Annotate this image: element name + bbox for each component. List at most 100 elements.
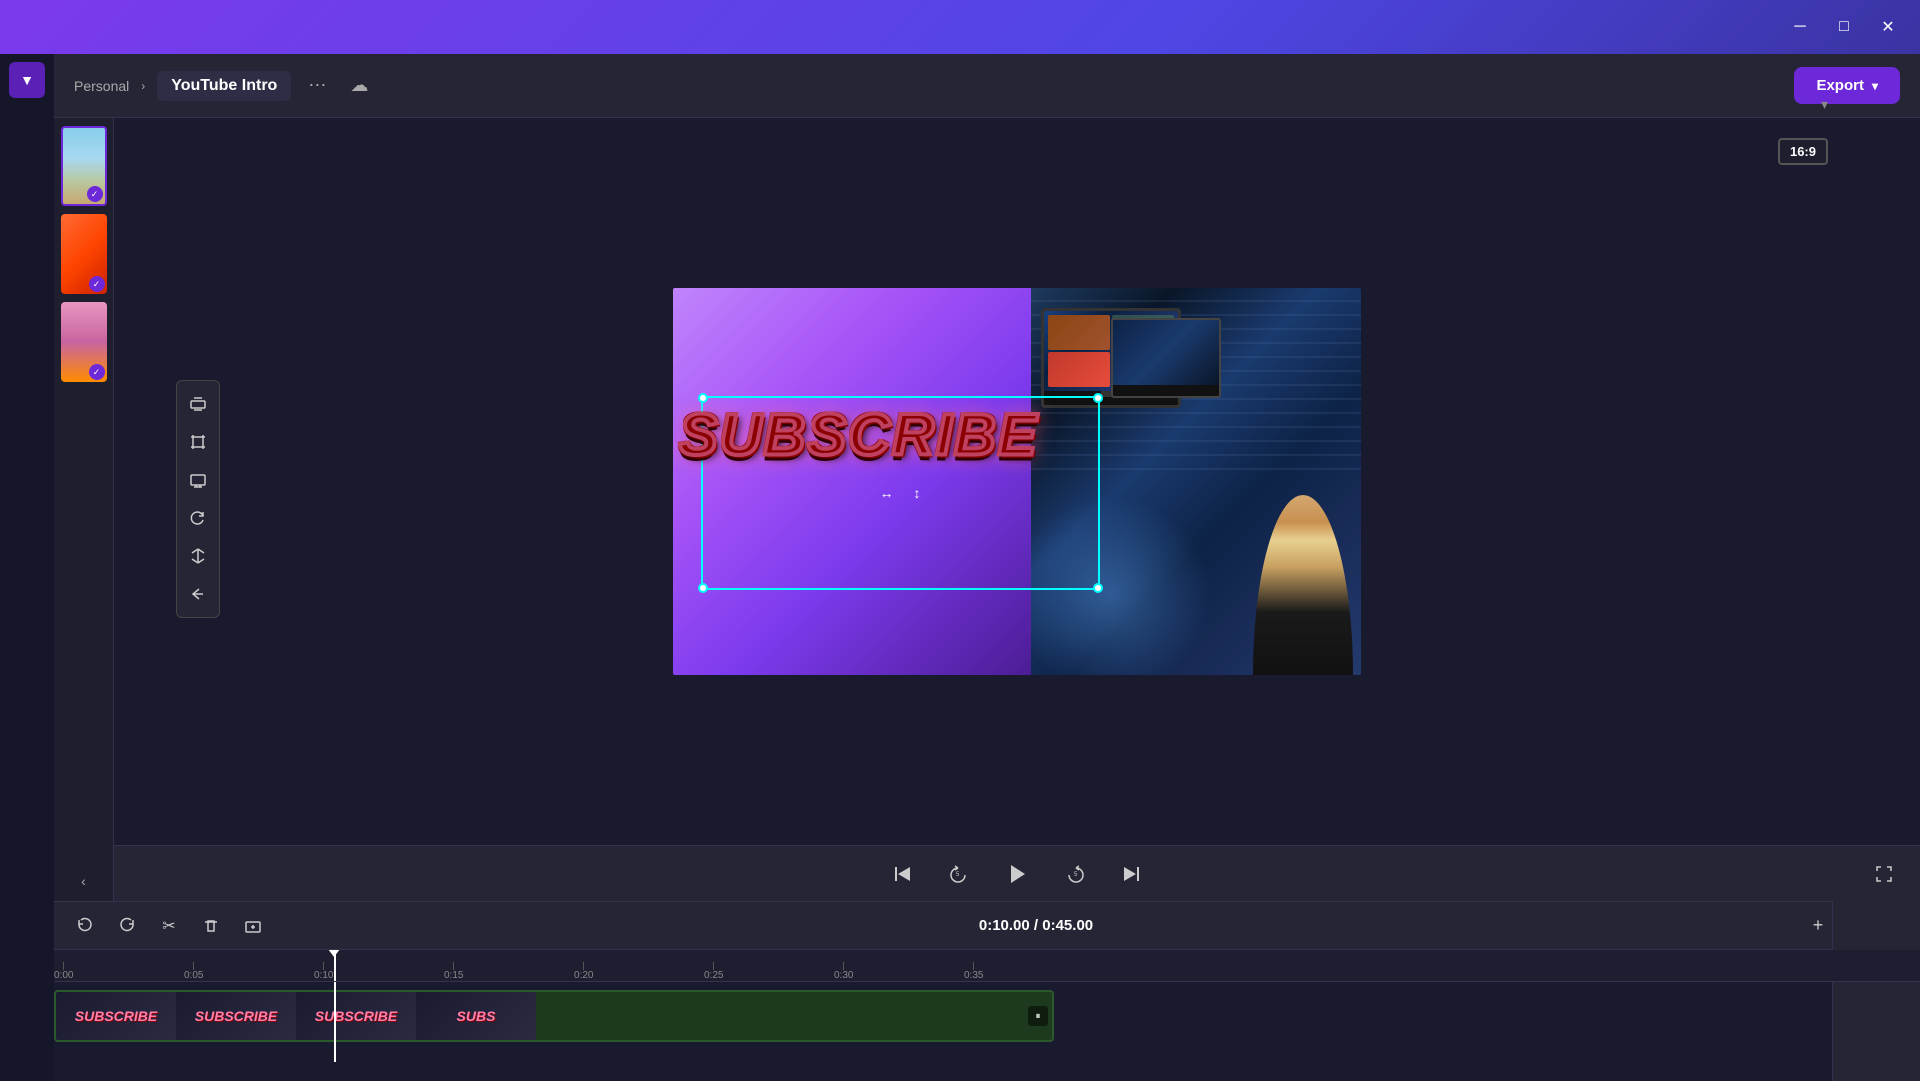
- svg-text:5: 5: [1074, 872, 1078, 878]
- ruler-mark-line: [453, 962, 454, 970]
- time-separator: /: [1034, 917, 1042, 934]
- panel-expand-chevron[interactable]: ▾: [1821, 96, 1828, 113]
- close-button[interactable]: ✕: [1868, 7, 1908, 47]
- thumbnail-check-1: ✓: [87, 186, 103, 202]
- export-chevron-icon: ▾: [1872, 79, 1878, 93]
- aspect-ratio-badge[interactable]: 16:9: [1778, 138, 1828, 165]
- forward-5-button[interactable]: 5: [1058, 856, 1094, 892]
- subscribe-text-overlay[interactable]: SUBSCRIBE: [679, 402, 1039, 469]
- ruler-time-3: 0:15: [444, 970, 463, 981]
- track-thumbnail-1: SUBSCRIBE: [56, 992, 176, 1040]
- export-label: Export: [1816, 77, 1864, 94]
- app-container: Personal › YouTube Intro ⋯ ☁ Export ▾ 16…: [54, 54, 1920, 1081]
- playback-controls: 5 5: [114, 845, 1920, 901]
- screen-transform-button[interactable]: [181, 463, 215, 497]
- ruler-mark-line: [583, 962, 584, 970]
- ruler-time-0: 0:00: [54, 970, 73, 981]
- timeline-ruler: 0:00 0:05 0:10 0:15: [54, 950, 1920, 982]
- ruler-mark-5: 0:25: [704, 962, 723, 981]
- ruler-time-4: 0:20: [574, 970, 593, 981]
- ruler-mark-7: 0:35: [964, 962, 983, 981]
- ruler-time-6: 0:30: [834, 970, 853, 981]
- track-thumbnail-3: SUBSCRIBE: [296, 992, 416, 1040]
- timeline-scroll-area: 0:00 0:05 0:10 0:15: [54, 950, 1920, 1081]
- track-end-pause-button[interactable]: ⏸: [1028, 1006, 1048, 1026]
- fullscreen-button[interactable]: [1868, 858, 1900, 890]
- ruler-time-1: 0:05: [184, 970, 203, 981]
- monitor-2-screen: [1113, 320, 1219, 385]
- ruler-mark-6: 0:30: [834, 962, 853, 981]
- time-display: 0:10.00 / 0:45.00: [280, 917, 1792, 934]
- cut-button[interactable]: ✂: [154, 911, 184, 941]
- person-silhouette: [1253, 495, 1353, 675]
- canvas-wrapper: ↔ ↕ SUBSCRIBE: [114, 118, 1920, 845]
- editor-area: ↔ ↕ SUBSCRIBE: [114, 118, 1920, 901]
- svg-text:5: 5: [956, 872, 960, 878]
- timeline-area: ✂ 0:10.00 / 0:45.00 + −: [54, 901, 1920, 1081]
- ruler-mark-0: 0:00: [54, 962, 73, 981]
- strip-toggle-button[interactable]: ▼: [9, 62, 45, 98]
- maximize-button[interactable]: □: [1824, 7, 1864, 47]
- main-content: ✓ ✓ ✓ ‹: [54, 118, 1920, 901]
- thumbnail-item-3[interactable]: ✓: [61, 302, 107, 382]
- left-strip: ▼: [0, 54, 54, 1081]
- track-thumb-text-1: SUBSCRIBE: [75, 1008, 157, 1024]
- back-transform-button[interactable]: [181, 577, 215, 611]
- thumbnail-check-3: ✓: [89, 364, 105, 380]
- ruler-mark-line: [843, 962, 844, 970]
- cloud-sync-icon[interactable]: ☁: [343, 70, 375, 102]
- breadcrumb-personal[interactable]: Personal: [74, 78, 129, 94]
- current-time: 0:10.00: [979, 917, 1030, 934]
- redo-button[interactable]: [112, 911, 142, 941]
- undo-button[interactable]: [70, 911, 100, 941]
- project-title[interactable]: YouTube Intro: [157, 71, 291, 101]
- minimize-button[interactable]: ─: [1780, 7, 1820, 47]
- ruler-mark-line: [323, 962, 324, 970]
- thumbnails-panel: ✓ ✓ ✓ ‹: [54, 118, 114, 901]
- flip-transform-button[interactable]: [181, 539, 215, 573]
- ruler-mark-2: 0:10: [314, 962, 333, 981]
- ruler-mark-1: 0:05: [184, 962, 203, 981]
- skip-to-end-button[interactable]: [1114, 856, 1150, 892]
- ruler-time-2: 0:10: [314, 970, 333, 981]
- track-thumbnail-2: SUBSCRIBE: [176, 992, 296, 1040]
- video-right-half: [1031, 288, 1361, 675]
- play-pause-button[interactable]: [996, 853, 1038, 895]
- track-thumb-text-3: SUBSCRIBE: [315, 1008, 397, 1024]
- track-thumbnail-4: SUBS: [416, 992, 536, 1040]
- video-left-half: [673, 288, 1031, 675]
- breadcrumb-arrow: ›: [141, 79, 145, 93]
- ruler-time-5: 0:25: [704, 970, 723, 981]
- ruler-mark-line: [713, 962, 714, 970]
- thumbnail-check-2: ✓: [89, 276, 105, 292]
- video-canvas: ↔ ↕ SUBSCRIBE: [673, 288, 1361, 675]
- rewind-5-button[interactable]: 5: [940, 856, 976, 892]
- ruler-mark-line: [193, 962, 194, 970]
- add-clip-button[interactable]: [238, 911, 268, 941]
- monitor-2-display: [1111, 318, 1221, 398]
- thumbnails-collapse-button[interactable]: ‹: [72, 869, 96, 893]
- ruler-marks: 0:00 0:05 0:10 0:15: [54, 950, 1920, 981]
- skip-to-start-button[interactable]: [884, 856, 920, 892]
- resize-transform-button[interactable]: [181, 387, 215, 421]
- delete-button[interactable]: [196, 911, 226, 941]
- playhead-triangle: [328, 950, 340, 957]
- zoom-in-button[interactable]: +: [1804, 912, 1832, 940]
- thumbnail-item-1[interactable]: ✓: [61, 126, 107, 206]
- crop-transform-button[interactable]: [181, 425, 215, 459]
- ruler-mark-line: [973, 962, 974, 970]
- video-track[interactable]: ⏸ SUBSCRIBE SUBSCRIBE SUBSCRIBE SUBS ⏸: [54, 990, 1054, 1042]
- playhead[interactable]: [334, 950, 336, 981]
- transform-toolbar: [176, 380, 220, 618]
- header: Personal › YouTube Intro ⋯ ☁ Export ▾: [54, 54, 1920, 118]
- timeline-toolbar: ✂ 0:10.00 / 0:45.00 + −: [54, 902, 1920, 950]
- export-button[interactable]: Export ▾: [1794, 67, 1900, 104]
- rotate-transform-button[interactable]: [181, 501, 215, 535]
- blue-glow-effect: [1031, 495, 1211, 675]
- project-menu-button[interactable]: ⋯: [303, 72, 331, 100]
- track-thumb-text-2: SUBSCRIBE: [195, 1008, 277, 1024]
- ruler-time-7: 0:35: [964, 970, 983, 981]
- thumbnail-item-2[interactable]: ✓: [61, 214, 107, 294]
- subscribe-text: SUBSCRIBE: [679, 402, 1039, 469]
- track-thumb-text-4: SUBS: [457, 1008, 496, 1024]
